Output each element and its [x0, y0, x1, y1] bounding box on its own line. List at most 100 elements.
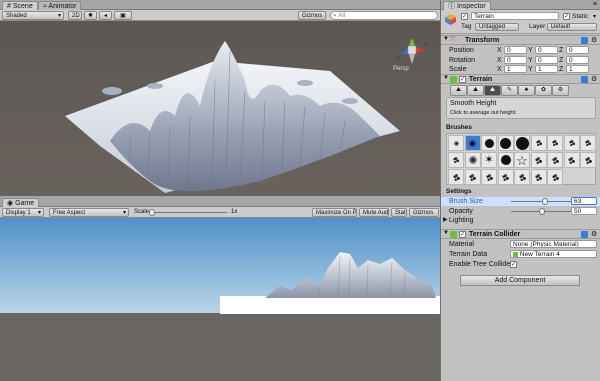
chevron-down-icon[interactable]: ▾: [593, 13, 596, 20]
raise-lower-tool-button[interactable]: ⛰: [450, 85, 467, 96]
tab-inspector[interactable]: ⓘ Inspector: [443, 1, 491, 10]
brush-swatch[interactable]: [530, 152, 547, 168]
brush-size-slider[interactable]: [511, 198, 573, 205]
terrain-data-row: Terrain Data New Terrain 4: [441, 250, 600, 259]
tab-scene[interactable]: # Scene: [2, 1, 38, 10]
brush-swatch[interactable]: [464, 135, 481, 151]
paint-details-tool-button[interactable]: ✿: [535, 85, 552, 96]
terrain-collider-header[interactable]: ▼ ✓ Terrain Collider ⚙: [441, 229, 600, 239]
effects-dropdown[interactable]: ▣: [114, 11, 132, 20]
game-gizmos-dropdown[interactable]: Gizmos: [409, 208, 439, 217]
opacity-slider-thumb[interactable]: [539, 208, 545, 215]
shading-mode-dropdown[interactable]: Shaded ▾: [2, 11, 64, 20]
settings-gear-icon[interactable]: ⚙: [591, 230, 597, 238]
tag-dropdown[interactable]: Untagged: [475, 23, 519, 31]
transform-x-field[interactable]: 0: [504, 46, 527, 54]
brush-size-slider-thumb[interactable]: [542, 198, 549, 205]
transform-y-field[interactable]: 1: [535, 65, 558, 73]
brush-swatch[interactable]: [547, 135, 563, 151]
paint-height-tool-button[interactable]: ⛰: [467, 85, 484, 96]
brush-swatch[interactable]: [497, 135, 514, 151]
brush-swatch[interactable]: [464, 152, 481, 168]
tab-animator[interactable]: ≈ Animator: [38, 1, 82, 10]
material-field[interactable]: None (Physic Material): [510, 240, 597, 248]
display-dropdown[interactable]: Display 1 ▾: [2, 208, 44, 217]
brush-swatch[interactable]: [530, 135, 547, 151]
brush-swatch[interactable]: [580, 135, 596, 151]
layer-dropdown[interactable]: Default: [547, 23, 597, 31]
lighting-toggle[interactable]: ✹: [84, 11, 97, 20]
brush-swatch[interactable]: [547, 152, 563, 168]
scale-slider-thumb[interactable]: [149, 209, 155, 216]
panel-menu-icon[interactable]: ≡: [593, 1, 597, 8]
2d-toggle[interactable]: 2D: [68, 11, 82, 20]
transform-x-field[interactable]: 1: [504, 65, 527, 73]
smooth-height-tool-button[interactable]: ⛰: [484, 85, 501, 96]
brush-shape-icon: [484, 172, 494, 182]
brush-swatch[interactable]: [481, 169, 497, 185]
transform-header[interactable]: ▼ ⤧ Transform ⚙: [441, 35, 600, 45]
brush-swatch[interactable]: [448, 135, 464, 151]
transform-y-field[interactable]: 0: [535, 55, 558, 64]
brush-swatch[interactable]: ✶: [481, 152, 497, 168]
brush-size-input[interactable]: 63: [571, 197, 597, 205]
transform-z-field[interactable]: 1: [566, 65, 589, 73]
brush-swatch[interactable]: [530, 169, 547, 185]
brush-swatch[interactable]: [481, 135, 497, 151]
collider-enabled-checkbox[interactable]: ✓: [459, 231, 466, 238]
opacity-row: Opacity 50: [441, 207, 600, 216]
tab-game[interactable]: ◉ Game: [2, 198, 40, 207]
gizmo-x-label: x: [425, 41, 428, 47]
brush-swatch[interactable]: [547, 169, 563, 185]
brush-swatch[interactable]: [448, 152, 464, 168]
help-icon[interactable]: [581, 231, 588, 238]
brush-shape-icon: [583, 155, 593, 165]
terrain-data-field[interactable]: New Terrain 4: [510, 250, 597, 258]
brush-swatch[interactable]: ☆: [514, 152, 530, 168]
terrain-enabled-checkbox[interactable]: ✓: [459, 76, 466, 83]
static-checkbox[interactable]: ✓: [563, 13, 570, 20]
place-trees-tool-button[interactable]: ♣: [518, 85, 535, 96]
tree-colliders-checkbox[interactable]: ✓: [510, 261, 517, 268]
object-name-input[interactable]: Terrain: [471, 12, 559, 20]
brush-swatch[interactable]: [514, 169, 530, 185]
help-icon[interactable]: [581, 76, 588, 83]
game-viewport[interactable]: [0, 218, 440, 381]
scene-search-input[interactable]: ⌕ All: [330, 11, 438, 20]
terrain-header[interactable]: ▼ ✓ Terrain ⚙: [441, 74, 600, 84]
brush-swatch[interactable]: [580, 152, 596, 168]
scene-viewport[interactable]: y x z Persp: [0, 21, 440, 196]
active-checkbox[interactable]: ✓: [461, 13, 468, 20]
transform-y-field[interactable]: 0: [535, 46, 558, 54]
scene-gizmos-dropdown[interactable]: Gizmos: [298, 11, 326, 20]
brush-swatch[interactable]: [514, 135, 530, 151]
brush-swatch[interactable]: [497, 169, 514, 185]
settings-gear-icon[interactable]: ⚙: [591, 75, 597, 83]
material-row: Material None (Physic Material): [441, 240, 600, 249]
maximize-on-play-toggle[interactable]: Maximize On Play: [312, 208, 357, 217]
opacity-slider[interactable]: [511, 208, 573, 215]
brush-swatch[interactable]: [563, 152, 580, 168]
stats-toggle[interactable]: Stats: [391, 208, 407, 217]
projection-label[interactable]: Persp: [393, 66, 409, 72]
transform-x-field[interactable]: 0: [504, 55, 527, 64]
terrain-settings-tool-button[interactable]: ⚙: [552, 85, 569, 96]
settings-gear-icon[interactable]: ⚙: [591, 36, 597, 44]
brush-swatch[interactable]: [563, 135, 580, 151]
scale-slider[interactable]: [149, 209, 227, 216]
audio-toggle[interactable]: ◂: [99, 11, 112, 20]
mute-audio-toggle[interactable]: Mute Audio: [359, 208, 389, 217]
brush-swatch[interactable]: [464, 169, 481, 185]
brush-swatch[interactable]: [448, 169, 464, 185]
paint-texture-tool-button[interactable]: ✎: [501, 85, 518, 96]
aspect-dropdown[interactable]: Free Aspect ▾: [49, 208, 129, 217]
opacity-input[interactable]: 50: [571, 207, 597, 215]
help-icon[interactable]: [581, 37, 588, 44]
brush-shape-icon: [517, 172, 527, 182]
transform-z-field[interactable]: 0: [566, 55, 589, 64]
scene-orientation-gizmo[interactable]: y x z Persp: [393, 33, 429, 72]
lighting-foldout[interactable]: ▶ Lighting: [441, 216, 600, 225]
transform-z-field[interactable]: 0: [566, 46, 589, 54]
add-component-button[interactable]: Add Component: [460, 275, 580, 286]
brush-swatch[interactable]: [497, 152, 514, 168]
